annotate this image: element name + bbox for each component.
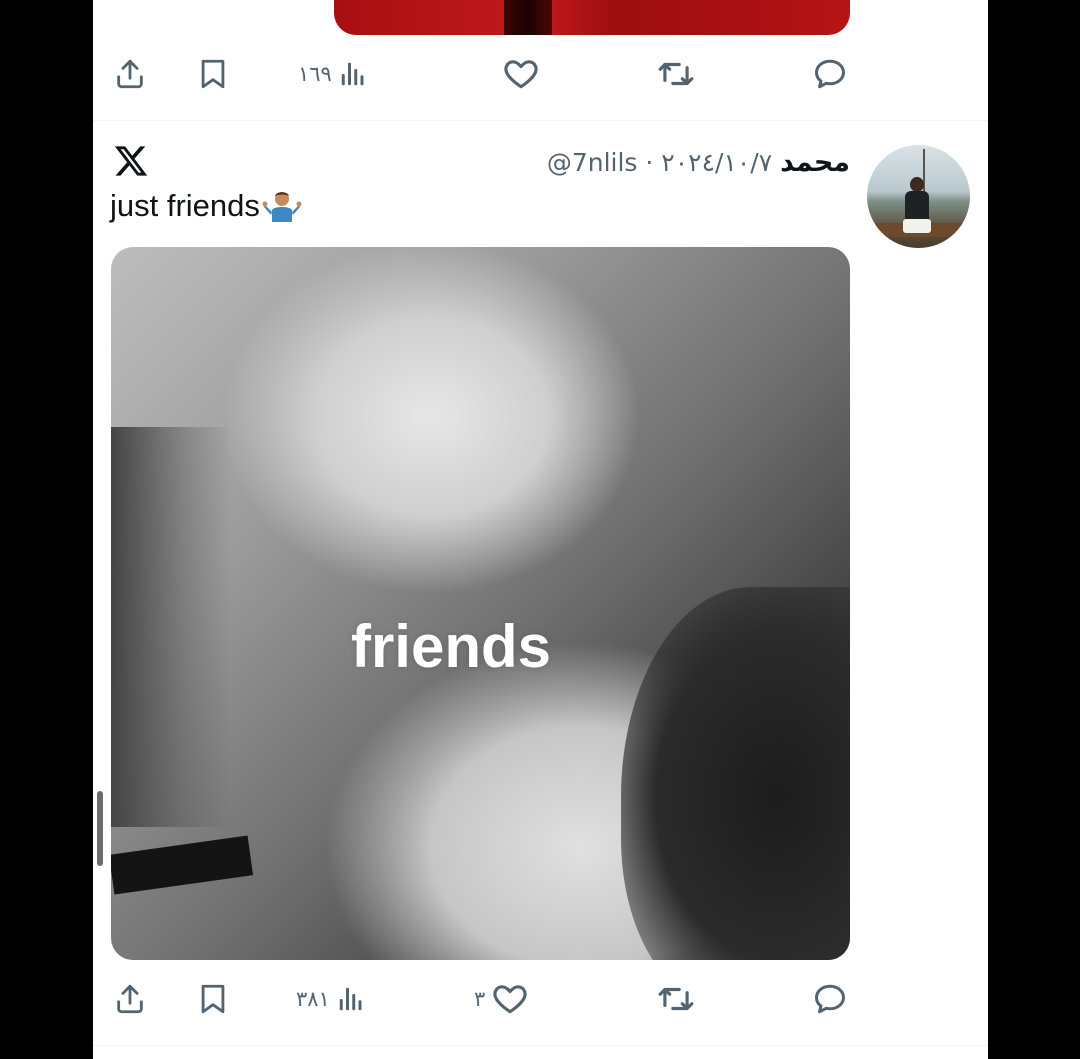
share-button[interactable] (113, 54, 147, 94)
views-count: ٣٨١ (296, 987, 330, 1011)
retweet-icon (658, 62, 694, 86)
display-name[interactable]: محمد (780, 147, 850, 178)
avatar[interactable] (867, 145, 970, 248)
analytics-icon (341, 62, 364, 86)
reply-icon (815, 59, 845, 89)
previous-tweet-media[interactable] (334, 0, 850, 35)
bookmark-button[interactable] (196, 54, 230, 94)
bookmark-icon (201, 984, 225, 1014)
tweet-divider (93, 120, 988, 121)
reply-button[interactable] (812, 979, 848, 1019)
retweet-button[interactable] (657, 54, 695, 94)
tweet-divider (93, 1045, 988, 1046)
retweet-button[interactable] (657, 979, 695, 1019)
tweet-text: just friends (110, 186, 302, 226)
retweet-icon (658, 987, 694, 1011)
screen: ١٦٩ @7nlils · ٢٠٢٤/١٠/٧ محمد just friend… (0, 0, 1080, 1059)
bookmark-icon (201, 59, 225, 89)
share-icon (117, 59, 143, 89)
likes-count: ٣ (474, 987, 486, 1011)
tweet-media-image[interactable]: friends (111, 247, 850, 960)
handle-and-date[interactable]: @7nlils · ٢٠٢٤/١٠/٧ (547, 148, 772, 177)
reply-icon (815, 984, 845, 1014)
timeline-feed[interactable]: ١٦٩ @7nlils · ٢٠٢٤/١٠/٧ محمد just friend… (93, 0, 988, 1059)
previous-media-detail (504, 0, 552, 35)
share-icon (117, 984, 143, 1014)
scrollbar-thumb[interactable] (97, 791, 103, 866)
views-button[interactable]: ٣٨١ (296, 979, 366, 1019)
tweet-action-bar: ٣٨١ ٣ (93, 979, 988, 1019)
reply-button[interactable] (812, 54, 848, 94)
share-button[interactable] (113, 979, 147, 1019)
heart-icon (504, 60, 538, 89)
tweet-body: just friends (110, 188, 260, 223)
bookmark-button[interactable] (196, 979, 230, 1019)
analytics-icon (339, 987, 362, 1011)
heart-icon (493, 985, 527, 1014)
x-logo-icon (113, 143, 149, 179)
person-shrugging-icon (262, 192, 302, 222)
media-overlay-text: friends (350, 613, 552, 680)
previous-tweet-action-bar: ١٦٩ (93, 54, 988, 94)
like-button[interactable]: ٣ (474, 979, 529, 1019)
views-count: ١٦٩ (298, 62, 332, 86)
like-button[interactable] (502, 54, 540, 94)
tweet-header: @7nlils · ٢٠٢٤/١٠/٧ محمد (547, 142, 850, 182)
views-button[interactable]: ١٦٩ (298, 54, 368, 94)
